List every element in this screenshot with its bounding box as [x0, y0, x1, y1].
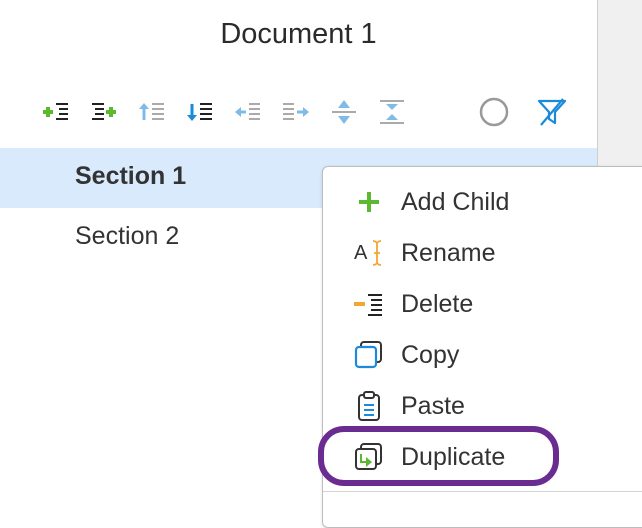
- outline-toolbar: [0, 90, 597, 134]
- menu-item-label: Add Child: [401, 188, 510, 216]
- context-menu: Add Child A Rename Delete Copy Paste Dup…: [322, 166, 642, 528]
- menu-item-add-child[interactable]: Add Child: [323, 177, 642, 227]
- menu-item-label: Delete: [401, 290, 474, 318]
- move-up-icon[interactable]: [134, 90, 170, 134]
- menu-item-label: Rename: [401, 239, 496, 267]
- delete-icon: [353, 289, 385, 319]
- outdent-icon[interactable]: [230, 90, 266, 134]
- duplicate-icon: [353, 442, 385, 472]
- svg-text:A: A: [354, 242, 368, 264]
- expand-icon[interactable]: [374, 90, 410, 134]
- menu-item-delete[interactable]: Delete: [323, 279, 642, 329]
- plus-icon: [353, 187, 385, 217]
- tree-item-label: Section 2: [75, 222, 180, 250]
- paste-icon: [353, 391, 385, 421]
- menu-item-duplicate[interactable]: Duplicate: [323, 432, 642, 482]
- menu-item-rename[interactable]: A Rename: [323, 228, 642, 278]
- circle-icon[interactable]: [476, 90, 512, 134]
- menu-item-paste[interactable]: Paste: [323, 381, 642, 431]
- copy-icon: [353, 340, 385, 370]
- menu-item-label: Duplicate: [401, 443, 506, 471]
- move-down-icon[interactable]: [182, 90, 218, 134]
- add-sibling-icon[interactable]: [86, 90, 122, 134]
- menu-item-label: Paste: [401, 392, 465, 420]
- menu-divider: [323, 491, 642, 492]
- indent-icon[interactable]: [278, 90, 314, 134]
- rename-icon: A: [353, 238, 385, 268]
- add-child-icon[interactable]: [38, 90, 74, 134]
- menu-item-label: Copy: [401, 341, 460, 369]
- document-title: Document 1: [220, 18, 377, 50]
- tree-item-label: Section 1: [75, 162, 187, 190]
- collapse-icon[interactable]: [326, 90, 362, 134]
- menu-item-copy[interactable]: Copy: [323, 330, 642, 380]
- filter-icon[interactable]: [534, 90, 570, 134]
